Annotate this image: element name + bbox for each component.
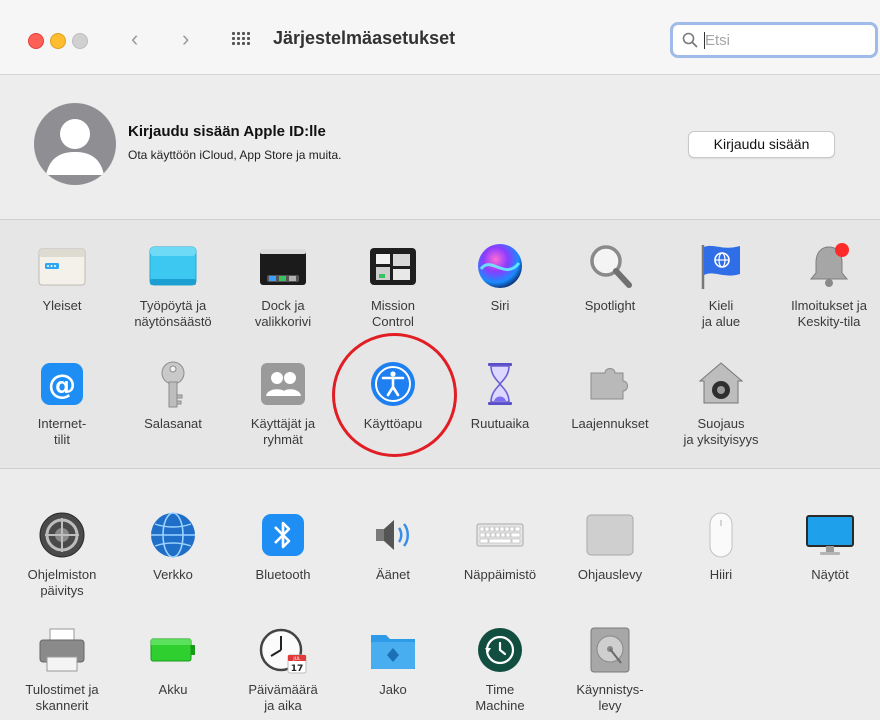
spotlight-icon <box>585 241 635 291</box>
window-title: Järjestelmäasetukset <box>273 28 456 48</box>
forward-button[interactable]: › <box>182 26 189 52</box>
close-window-button[interactable] <box>28 33 44 49</box>
startup-disk-icon <box>585 625 635 675</box>
pref-spotlight[interactable]: Spotlight <box>562 241 658 314</box>
battery-icon <box>148 625 198 675</box>
pref-internet-accounts[interactable]: @ Internet- tilit <box>14 359 110 448</box>
screen-time-icon <box>475 359 525 409</box>
pref-notifications[interactable]: Ilmoitukset ja Keskity-tila <box>777 241 880 330</box>
pref-trackpad[interactable]: Ohjauslevy <box>562 510 658 583</box>
sign-in-button[interactable]: Kirjaudu sisään <box>688 131 835 158</box>
displays-icon <box>805 510 855 560</box>
pref-startup-disk[interactable]: Käynnistys- levy <box>562 625 658 714</box>
pref-general[interactable]: Yleiset <box>14 241 110 314</box>
security-privacy-icon <box>696 359 746 409</box>
internet-accounts-icon: @ <box>37 359 87 409</box>
pref-desktop-screensaver[interactable]: Työpöytä ja näytönsäästö <box>125 241 221 330</box>
pref-sharing[interactable]: Jako <box>345 625 441 698</box>
pref-extensions[interactable]: Laajennukset <box>562 359 658 432</box>
apple-id-subtitle: Ota käyttöön iCloud, App Store ja muita. <box>128 148 342 162</box>
sharing-icon <box>368 625 418 675</box>
svg-text:@: @ <box>48 368 76 401</box>
user-silhouette-icon <box>46 119 104 175</box>
sound-icon <box>368 510 418 560</box>
search-field[interactable]: Etsi <box>670 22 878 58</box>
pref-accessibility[interactable]: Käyttöapu <box>345 359 441 432</box>
pref-passwords[interactable]: Salasanat <box>125 359 221 432</box>
search-icon <box>682 32 698 48</box>
time-machine-icon <box>475 625 525 675</box>
pref-siri[interactable]: Siri <box>452 241 548 314</box>
pref-bluetooth[interactable]: Bluetooth <box>235 510 331 583</box>
minimize-window-button[interactable] <box>50 33 66 49</box>
network-icon <box>148 510 198 560</box>
pref-displays[interactable]: Näytöt <box>782 510 878 583</box>
mouse-icon <box>696 510 746 560</box>
general-icon <box>37 241 87 291</box>
language-region-icon <box>696 241 746 291</box>
pref-language-region[interactable]: Kieli ja alue <box>673 241 769 330</box>
apple-id-section: Kirjaudu sisään Apple ID:lle Ota käyttöö… <box>0 75 880 220</box>
show-all-grid-icon[interactable] <box>232 32 252 46</box>
pref-mouse[interactable]: Hiiri <box>673 510 769 583</box>
calendar-month: JUL <box>292 656 301 662</box>
apple-id-title: Kirjaudu sisään Apple ID:lle <box>128 123 326 140</box>
extensions-icon <box>585 359 635 409</box>
zoom-window-button[interactable] <box>72 33 88 49</box>
pref-security-privacy[interactable]: Suojaus ja yksityisyys <box>673 359 769 448</box>
pref-battery[interactable]: Akku <box>125 625 221 698</box>
avatar[interactable] <box>34 103 116 185</box>
pref-users-groups[interactable]: Käyttäjät ja ryhmät <box>235 359 331 448</box>
passwords-icon <box>148 359 198 409</box>
pref-screen-time[interactable]: Ruutuaika <box>452 359 548 432</box>
pref-printers-scanners[interactable]: Tulostimet ja skannerit <box>14 625 110 714</box>
pref-network[interactable]: Verkko <box>125 510 221 583</box>
notifications-icon <box>804 241 854 291</box>
desktop-screensaver-icon <box>148 241 198 291</box>
calendar-day: 17 <box>291 664 304 674</box>
siri-icon <box>475 241 525 291</box>
pref-keyboard[interactable]: Näppäimistö <box>452 510 548 583</box>
bluetooth-icon <box>258 510 308 560</box>
pref-mission-control[interactable]: Mission Control <box>345 241 441 330</box>
pref-dock-menubar[interactable]: Dock ja valikkorivi <box>235 241 331 330</box>
accessibility-icon <box>368 359 418 409</box>
pref-sound[interactable]: Äänet <box>345 510 441 583</box>
title-bar: ‹ › Järjestelmäasetukset Etsi <box>0 0 880 75</box>
pref-date-time[interactable]: JUL 17 Päivämäärä ja aika <box>235 625 331 714</box>
pref-time-machine[interactable]: Time Machine <box>452 625 548 714</box>
date-time-icon: JUL 17 <box>258 625 308 675</box>
back-button[interactable]: ‹ <box>131 26 138 52</box>
search-input[interactable]: Etsi <box>705 32 730 49</box>
keyboard-icon <box>475 510 525 560</box>
users-groups-icon <box>258 359 308 409</box>
dock-menubar-icon <box>258 241 308 291</box>
printers-scanners-icon <box>37 625 87 675</box>
trackpad-icon <box>585 510 635 560</box>
pref-software-update[interactable]: Ohjelmiston päivitys <box>14 510 110 599</box>
software-update-icon <box>37 510 87 560</box>
mission-control-icon <box>368 241 418 291</box>
